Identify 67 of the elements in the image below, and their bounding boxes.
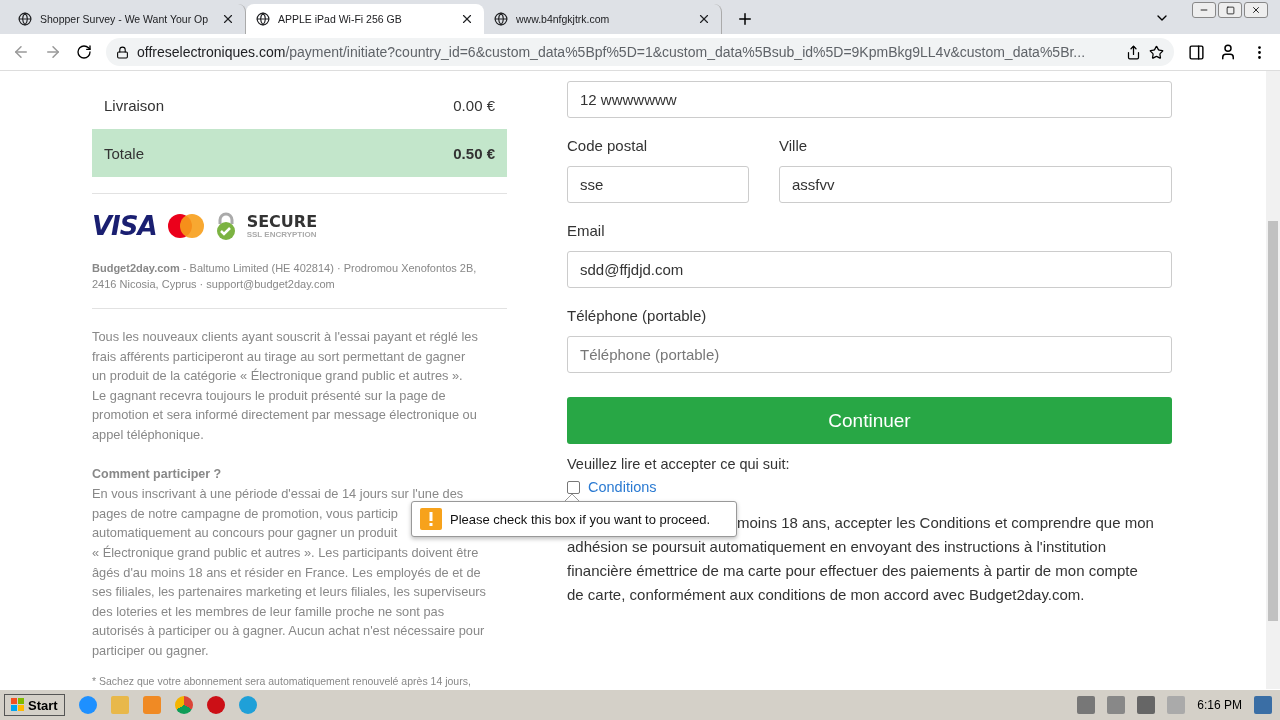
input-field[interactable]: Téléphone (portable) <box>567 336 1172 373</box>
globe-icon <box>494 12 508 26</box>
input-field[interactable]: sdd@ffjdjd.com <box>567 251 1172 288</box>
company-info: Budget2day.com - Baltumo Limited (HE 402814) · Prodromou Xenofontos 2B, 2416 Nicosia, Cyprus · support@budget2day.com <box>92 261 478 292</box>
new-tab-icon[interactable] <box>736 10 754 28</box>
terms-line: de carte, conformément aux conditions de mon accord avec Budget2day.com. <box>567 585 1085 605</box>
summary-value: 0.00 € <box>453 96 495 114</box>
paragraph-line: pages de notre campagne de promotion, vous particip <box>92 504 398 523</box>
summary-value: 0.50 € <box>453 144 495 162</box>
share-icon[interactable] <box>1126 44 1141 60</box>
address-bar[interactable]: offreselectroniques.com/payment/initiate?country_id=6&custom_data%5Bpf%5D=1&custom_data%5Bsub_id%5D=9KpmBkg9LL4v&custom_data%5Br... <box>106 38 1174 66</box>
secure-caption: SSL ENCRYPTION <box>246 229 318 239</box>
padlock-icon <box>214 212 237 240</box>
globe-icon <box>18 12 32 26</box>
back-icon[interactable] <box>12 43 30 61</box>
card-logo: VISA <box>92 211 157 241</box>
paragraph-line: En vous inscrivant à une période d'essai de 14 jours sur l'une des <box>92 485 464 504</box>
reload-icon[interactable] <box>76 44 92 60</box>
profile-icon[interactable] <box>1219 43 1237 61</box>
paragraph-line: autorisés à participer ou à gagner. Aucun achat n'est nécessaire pour <box>92 622 485 641</box>
conditions-link[interactable]: Conditions <box>588 479 657 495</box>
scrollbar[interactable] <box>1266 71 1280 689</box>
paragraph-line: âgés d'au moins 18 ans et résider en France. Les employés de et de <box>92 563 481 582</box>
input-field[interactable]: sse <box>567 166 749 203</box>
forward-icon[interactable] <box>44 43 62 61</box>
paragraph-line: automatiquement au concours pour gagner un produit <box>92 524 398 543</box>
input-field[interactable]: 12 wwwwwww <box>567 81 1172 118</box>
terms-line: financière émettrice de ma carte pour effectuer des paiements à partir de mon compte <box>567 561 1138 581</box>
clock: 6:16 PM <box>1197 698 1242 712</box>
consent-prompt: Veuillez lire et accepter ce qui suit: <box>567 456 791 472</box>
summary-label: Livraison <box>104 96 165 114</box>
start-button[interactable]: Start <box>4 694 65 716</box>
terms-line: moins 18 ans, accepter les Conditions et comprendre que mon <box>737 513 1154 533</box>
secure-label: SECURE <box>246 213 318 230</box>
close-icon[interactable] <box>460 12 474 26</box>
close-icon[interactable] <box>221 12 235 26</box>
maximize-button[interactable] <box>1218 2 1242 18</box>
field-label: Ville <box>779 137 809 154</box>
globe-icon <box>256 12 270 26</box>
section-heading: Comment participer ? <box>92 465 223 483</box>
checkbox[interactable] <box>567 480 580 494</box>
paragraph-line: « Électronique grand public et autres ». Les participants doivent être <box>92 543 479 562</box>
footnote: * Sachez que votre abonnement sera automatiquement renouvelé après 14 jours, <box>92 674 472 687</box>
summary-label: Totale <box>104 144 145 162</box>
paragraph-line: ses filiales, les partenaires marketing et leurs filiales, les superviseurs <box>92 583 487 602</box>
close-icon <box>1251 5 1261 15</box>
maximize-icon <box>1225 5 1235 15</box>
bookmark-star-icon[interactable] <box>1149 44 1164 60</box>
side-panel-icon[interactable] <box>1188 43 1205 61</box>
browser-tab[interactable]: www.b4nfgkjtrk.com <box>484 4 722 34</box>
minimize-button[interactable] <box>1192 2 1216 18</box>
close-button[interactable] <box>1244 2 1268 18</box>
paragraph-line: des loteries et les membres de leur famille proche ne sont pas <box>92 602 445 621</box>
browser-tab[interactable]: APPLE iPad Wi-Fi 256 GB <box>246 4 484 34</box>
field-label: Email <box>567 222 606 239</box>
close-icon[interactable] <box>697 12 711 26</box>
input-field[interactable]: assfvv <box>779 166 1172 203</box>
windows-logo-icon <box>11 698 25 712</box>
mastercard-logo <box>166 213 205 239</box>
warning-icon <box>420 508 442 530</box>
field-label: Code postal <box>567 137 649 154</box>
info-paragraph: Tous les nouveaux clients ayant souscrit à l'essai payant et réglé les frais afférents participeront au tirage au sort permettant de gagner un produit de la catégorie « Électronique grand public et autres ». Le gagnant recevra toujours le produit présenté sur la page de promotion et sera informé directement par message électronique ou appel téléphonique. <box>92 328 479 444</box>
terms-line: adhésion se poursuit automatiquement en envoyant des instructions à l'institution <box>567 537 1107 557</box>
tooltip-text: Please check this box if you want to proceed. <box>450 511 711 527</box>
lock-icon <box>116 45 129 59</box>
paragraph-line: participer ou gagner. <box>92 641 209 660</box>
field-label: Téléphone (portable) <box>567 307 708 324</box>
